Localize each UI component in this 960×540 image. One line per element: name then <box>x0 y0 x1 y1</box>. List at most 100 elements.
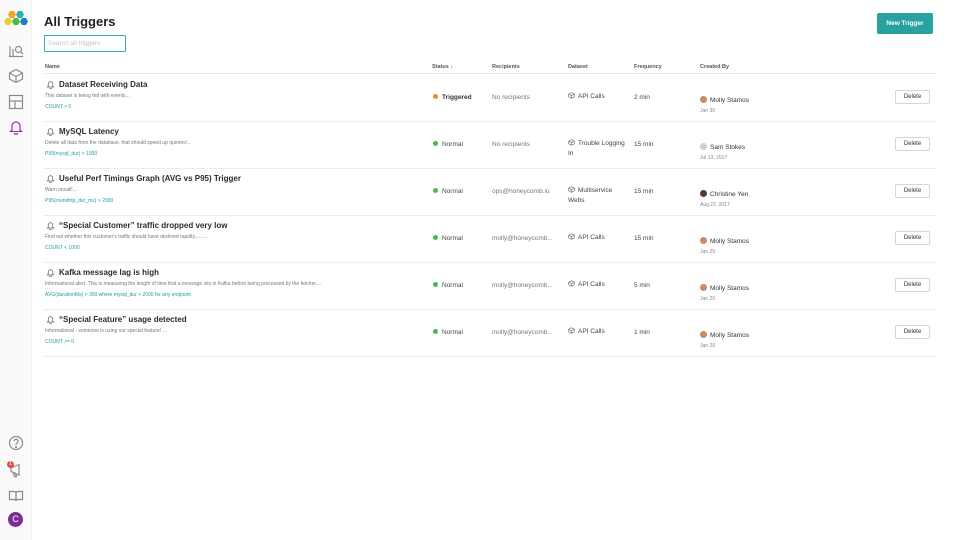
table-row[interactable]: “Special Feature” usage detected Informa… <box>44 310 936 357</box>
dataset-cube-icon <box>568 186 575 193</box>
table-row[interactable]: “Special Customer” traffic dropped very … <box>44 216 936 263</box>
bell-icon <box>46 268 55 277</box>
table-row[interactable]: Useful Perf Timings Graph (AVG vs P95) T… <box>44 169 936 216</box>
column-header-frequency[interactable]: Frequency <box>634 64 662 70</box>
dataset: Multiservice Webs <box>568 186 613 204</box>
trigger-query: AVG(durationMs) > 300 where mysql_dur > … <box>45 292 191 298</box>
status-badge: Normal <box>433 141 463 148</box>
dataset: API Calls <box>568 92 626 102</box>
avatar <box>700 284 707 291</box>
avatar <box>700 331 707 338</box>
avatar <box>700 237 707 244</box>
dataset: API Calls <box>568 327 626 337</box>
search-input[interactable] <box>44 35 126 52</box>
status-dot-icon <box>433 94 438 99</box>
notification-badge: 1 <box>7 461 14 468</box>
dataset-cube-icon <box>568 233 575 240</box>
status-badge: Normal <box>433 188 463 195</box>
trigger-description: Delete all data from the database, that … <box>45 140 192 146</box>
board-layout-icon[interactable] <box>8 94 24 110</box>
status-dot-icon <box>433 141 438 146</box>
new-trigger-button[interactable]: New Trigger <box>877 13 933 34</box>
triggers-table: Dataset Receiving Data This dataset is b… <box>44 75 936 357</box>
recipients: molly@honeycomb... <box>492 282 553 289</box>
trigger-description: Warn oncall!... <box>45 187 77 193</box>
frequency: 2 min <box>634 94 650 101</box>
trigger-query: COUNT > 0 <box>45 104 72 110</box>
trigger-name[interactable]: Dataset Receiving Data <box>59 80 147 89</box>
status-badge: Normal <box>433 235 463 242</box>
dataset: Trouble Logging In <box>568 139 625 157</box>
recipients: molly@honeycomb... <box>492 235 553 242</box>
created-by: Christine Yen Aug 22, 2017 <box>700 190 749 208</box>
delete-button[interactable]: Delete <box>895 231 930 245</box>
created-by: Molly Stamos Jan 30 <box>700 96 750 114</box>
dataset: API Calls <box>568 280 626 290</box>
trigger-name[interactable]: Useful Perf Timings Graph (AVG vs P95) T… <box>59 174 241 183</box>
recipients: No recipients <box>492 94 530 101</box>
trigger-name[interactable]: Kafka message lag is high <box>59 268 159 277</box>
status-dot-icon <box>433 235 438 240</box>
trigger-name[interactable]: “Special Customer” traffic dropped very … <box>59 221 227 230</box>
recipients: No recipients <box>492 141 530 148</box>
column-header-recipients[interactable]: Recipients <box>492 64 520 70</box>
column-header-name[interactable]: Name <box>45 64 60 70</box>
table-row[interactable]: Dataset Receiving Data This dataset is b… <box>44 75 936 122</box>
trigger-query: P95(roundtrip_dur_ms) > 2000 <box>45 198 114 204</box>
trigger-description: Informational - someone is using our spe… <box>45 328 167 334</box>
status-dot-icon <box>433 282 438 287</box>
bell-icon[interactable] <box>8 119 24 135</box>
dataset-cube-icon <box>568 92 575 99</box>
docs-book-icon[interactable] <box>8 488 24 504</box>
table-row[interactable]: Kafka message lag is high Informational … <box>44 263 936 310</box>
frequency: 15 min <box>634 188 654 195</box>
dataset: API Calls <box>568 233 626 243</box>
trigger-name[interactable]: MySQL Latency <box>59 127 119 136</box>
trigger-description: Informational alert. This is measuring t… <box>45 281 322 287</box>
status-badge: Triggered <box>433 94 472 101</box>
trigger-description: Find out whether this customer's traffic… <box>45 234 207 240</box>
status-dot-icon <box>433 188 438 193</box>
frequency: 15 min <box>634 141 654 148</box>
trigger-query: COUNT < 1000 <box>45 245 80 251</box>
frequency: 15 min <box>634 235 654 242</box>
delete-button[interactable]: Delete <box>895 90 930 104</box>
dataset-cube-icon <box>568 280 575 287</box>
delete-button[interactable]: Delete <box>895 325 930 339</box>
avatar <box>700 190 707 197</box>
created-by: Sam Stokes Jul 13, 2017 <box>700 143 746 161</box>
column-header-status[interactable]: Status ↓ <box>432 64 453 70</box>
status-dot-icon <box>433 329 438 334</box>
trigger-description: This dataset is being fed with events... <box>45 93 130 99</box>
column-header-created-by[interactable]: Created By <box>700 64 729 70</box>
query-builder-icon[interactable] <box>8 42 24 58</box>
frequency: 5 min <box>634 282 650 289</box>
delete-button[interactable]: Delete <box>895 137 930 151</box>
recipients: molly@honeycomb... <box>492 329 553 336</box>
bell-icon <box>46 80 55 89</box>
column-header-dataset[interactable]: Dataset <box>568 64 588 70</box>
table-row[interactable]: MySQL Latency Delete all data from the d… <box>44 122 936 169</box>
recipients: ops@honeycomb.io <box>492 188 550 195</box>
table-header: Name Status ↓ Recipients Dataset Frequen… <box>44 62 936 74</box>
dataset-cube-icon <box>568 139 575 146</box>
dataset-cube-icon[interactable] <box>8 68 24 84</box>
bell-icon <box>46 174 55 183</box>
status-badge: Normal <box>433 329 463 336</box>
avatar <box>700 143 707 150</box>
frequency: 1 min <box>634 329 650 336</box>
help-icon[interactable] <box>8 435 24 451</box>
delete-button[interactable]: Delete <box>895 184 930 198</box>
created-by: Molly Stamos Jan 29 <box>700 331 750 349</box>
user-avatar[interactable]: C <box>8 512 23 527</box>
status-badge: Normal <box>433 282 463 289</box>
page-title: All Triggers <box>44 14 116 29</box>
avatar <box>700 96 707 103</box>
sidebar: 1 C <box>0 0 32 540</box>
delete-button[interactable]: Delete <box>895 278 930 292</box>
trigger-name[interactable]: “Special Feature” usage detected <box>59 315 187 324</box>
dataset-cube-icon <box>568 327 575 334</box>
honeycomb-logo-icon[interactable] <box>4 10 28 30</box>
bell-icon <box>46 221 55 230</box>
bell-icon <box>46 127 55 136</box>
